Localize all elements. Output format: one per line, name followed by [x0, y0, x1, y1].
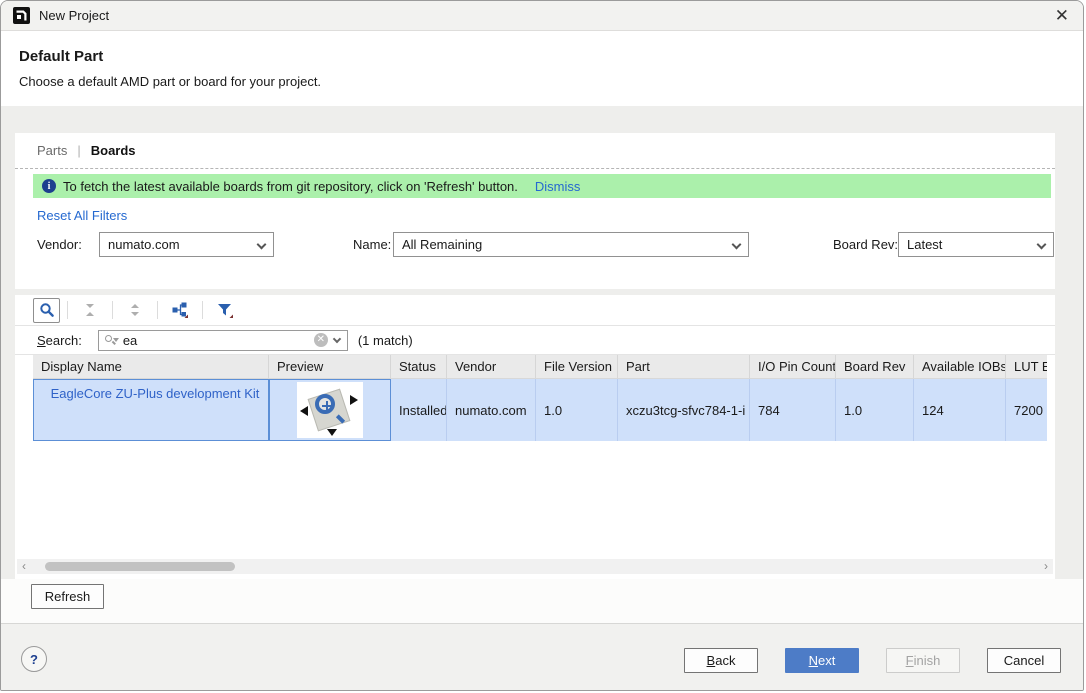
board-corner [350, 395, 358, 405]
column-header-file-version[interactable]: File Version [536, 355, 618, 378]
refresh-strip: Refresh [1, 579, 1083, 623]
filter-icon [216, 301, 234, 319]
tab-parts[interactable]: Parts [37, 143, 67, 158]
column-header-available-iobs[interactable]: Available IOBs [914, 355, 1006, 378]
board-lut-elements: 7200 [1006, 379, 1047, 441]
column-header-preview[interactable]: Preview [269, 355, 391, 378]
column-header-status[interactable]: Status [391, 355, 447, 378]
table-empty-area [33, 441, 1047, 556]
vendor-select[interactable]: numato.com [99, 232, 274, 257]
vendor-value: numato.com [108, 237, 180, 252]
board-io-pin-count: 784 [750, 379, 836, 441]
table-header-row: Display Name Preview Status Vendor File … [33, 355, 1047, 379]
chevron-down-icon [732, 240, 742, 250]
expand-all-icon [127, 302, 143, 318]
board-file-version: 1.0 [536, 379, 618, 441]
collapse-all-icon [82, 302, 98, 318]
amd-logo-icon [13, 7, 30, 24]
zoom-plus-icon [326, 401, 328, 411]
toolbar-divider [67, 301, 68, 319]
table-toolbar [15, 295, 1055, 326]
board-vendor: numato.com [447, 379, 536, 441]
name-value: All Remaining [402, 237, 482, 252]
reset-all-filters-link[interactable]: Reset All Filters [37, 208, 127, 223]
zoom-magnifier-icon [315, 394, 335, 414]
column-header-vendor[interactable]: Vendor [447, 355, 536, 378]
scroll-left-icon[interactable]: ‹ [17, 559, 31, 574]
chevron-down-icon[interactable] [333, 334, 341, 342]
toolbar-divider [202, 301, 203, 319]
filter-button[interactable] [213, 299, 237, 321]
clear-search-icon[interactable]: ✕ [314, 333, 328, 347]
search-field[interactable]: ✕ [98, 330, 348, 351]
info-icon: i [42, 179, 56, 193]
footer-bar: ? Back Next Finish Cancel [1, 623, 1083, 690]
board-display-name[interactable]: EagleCore ZU-Plus development Kit [33, 379, 269, 441]
next-button[interactable]: Next [785, 648, 859, 673]
column-header-part[interactable]: Part [618, 355, 750, 378]
column-header-lut-elements[interactable]: LUT Elements [1006, 355, 1047, 378]
dismiss-link[interactable]: Dismiss [535, 179, 581, 194]
search-toggle-button[interactable] [33, 298, 60, 323]
refresh-button[interactable]: Refresh [31, 584, 104, 609]
info-banner: i To fetch the latest available boards f… [33, 174, 1051, 198]
wizard-buttons: Back Next Finish Cancel [684, 648, 1061, 673]
scrollbar-thumb[interactable] [45, 562, 235, 571]
board-status: Installed [391, 379, 447, 441]
filter-row: Vendor: numato.com Name: All Remaining B… [15, 232, 1055, 257]
board-rev-value: Latest [907, 237, 942, 252]
back-button[interactable]: Back [684, 648, 758, 673]
board-corner [327, 429, 337, 436]
name-label: Name: [353, 232, 391, 257]
search-icon [39, 302, 55, 318]
table-row[interactable]: EagleCore ZU-Plus development Kit [33, 379, 1047, 441]
table-panel: Search: ✕ (1 match) Display Name Preview… [15, 295, 1055, 579]
wizard-header: Default Part Choose a default AMD part o… [1, 32, 1083, 106]
board-available-iobs: 124 [914, 379, 1006, 441]
search-input[interactable] [123, 333, 310, 348]
boards-table: Display Name Preview Status Vendor File … [33, 355, 1047, 556]
board-rev: 1.0 [836, 379, 914, 441]
board-rev-select[interactable]: Latest [898, 232, 1054, 257]
banner-text: To fetch the latest available boards fro… [63, 179, 518, 194]
horizontal-scrollbar[interactable]: ‹ › [17, 559, 1053, 574]
cancel-button[interactable]: Cancel [987, 648, 1061, 673]
vendor-label: Vendor: [37, 232, 82, 257]
name-select[interactable]: All Remaining [393, 232, 749, 257]
board-corner [300, 406, 308, 416]
new-project-dialog: New Project ✕ Default Part Choose a defa… [0, 0, 1084, 691]
filter-panel: Parts | Boards i To fetch the latest ava… [15, 133, 1055, 289]
tab-boards[interactable]: Boards [91, 143, 136, 158]
board-preview-cell[interactable] [269, 379, 391, 441]
column-header-io-pin-count[interactable]: I/O Pin Count [750, 355, 836, 378]
scroll-right-icon[interactable]: › [1039, 559, 1053, 574]
search-row: Search: ✕ (1 match) [15, 326, 1055, 355]
help-button[interactable]: ? [21, 646, 47, 672]
group-by-button[interactable] [168, 299, 192, 321]
window-title: New Project [39, 8, 109, 23]
toolbar-divider [112, 301, 113, 319]
tab-separator: | [77, 143, 80, 158]
content-area: Parts | Boards i To fetch the latest ava… [1, 106, 1083, 579]
finish-button: Finish [886, 648, 960, 673]
match-count: (1 match) [358, 333, 413, 348]
search-icon [105, 334, 119, 347]
toolbar-divider [157, 301, 158, 319]
column-header-board-rev[interactable]: Board Rev [836, 355, 914, 378]
title-bar: New Project ✕ [1, 1, 1083, 31]
board-part: xczu3tcg-sfvc784-1-i [618, 379, 750, 441]
board-rev-label: Board Rev: [833, 232, 898, 257]
page-title: Default Part [19, 48, 1065, 65]
collapse-all-button[interactable] [78, 299, 102, 321]
close-icon[interactable]: ✕ [1055, 7, 1069, 24]
page-subtitle: Choose a default AMD part or board for y… [19, 74, 1065, 89]
chevron-down-icon [1037, 240, 1047, 250]
tab-bar: Parts | Boards [15, 133, 1055, 169]
search-label: Search: [37, 333, 82, 348]
group-by-icon [171, 301, 189, 319]
column-header-display-name[interactable]: Display Name [33, 355, 269, 378]
board-thumbnail[interactable] [297, 382, 363, 438]
expand-all-button[interactable] [123, 299, 147, 321]
chevron-down-icon [257, 240, 267, 250]
